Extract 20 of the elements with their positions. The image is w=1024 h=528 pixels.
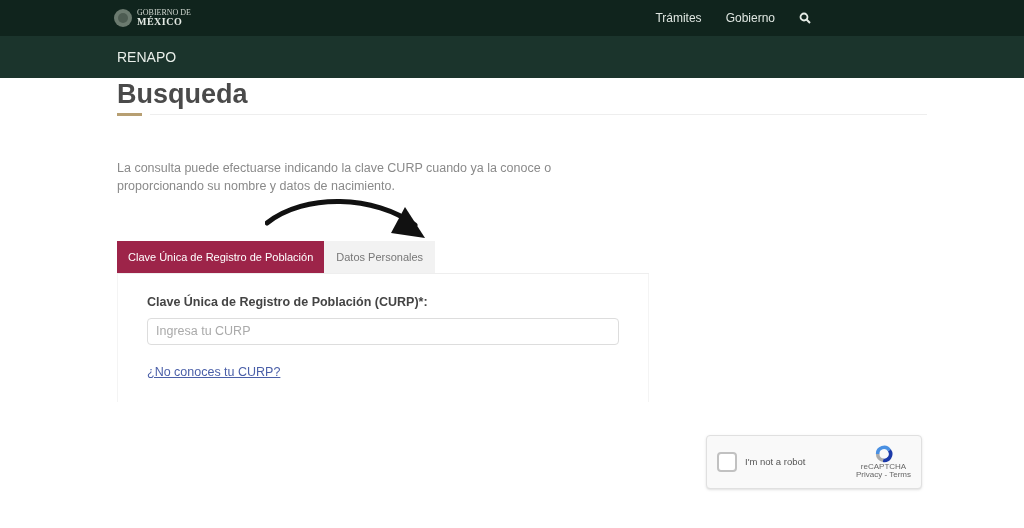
search-icon[interactable] bbox=[799, 12, 811, 24]
captcha-checkbox[interactable] bbox=[717, 452, 737, 472]
captcha-label: I'm not a robot bbox=[745, 454, 806, 469]
nav-link[interactable]: Trámites bbox=[655, 9, 702, 27]
logo-title: MÉXICO bbox=[137, 17, 184, 27]
page-heading: Busqueda bbox=[117, 78, 248, 110]
recaptcha-logo-icon bbox=[873, 445, 894, 463]
field-label: Clave Única de Registro de Población (CURP)*: bbox=[147, 293, 429, 311]
help-link[interactable]: ¿No conoces tu CURP? bbox=[147, 362, 619, 382]
emblem-icon bbox=[113, 8, 133, 28]
tab[interactable]: Clave Única de Registro de Población bbox=[117, 241, 325, 273]
captcha-links[interactable]: Privacy - Terms bbox=[856, 471, 911, 479]
heading-underline bbox=[117, 113, 142, 116]
tab[interactable]: Datos Personales bbox=[324, 241, 436, 273]
curp-field[interactable]: Ingresa tu CURP bbox=[147, 317, 619, 345]
logo-caption: GOBIERNO DE bbox=[137, 9, 191, 17]
captcha-brand: reCAPTCHA bbox=[860, 463, 907, 471]
intro-text: La consulta puede efectuarse indicando la clave CURP cuando ya la conoce o proporcionando su nombre y datos de nacimiento. bbox=[117, 160, 553, 195]
nav-link[interactable]: Gobierno bbox=[725, 9, 775, 27]
site-title: RENAPO bbox=[117, 47, 177, 67]
